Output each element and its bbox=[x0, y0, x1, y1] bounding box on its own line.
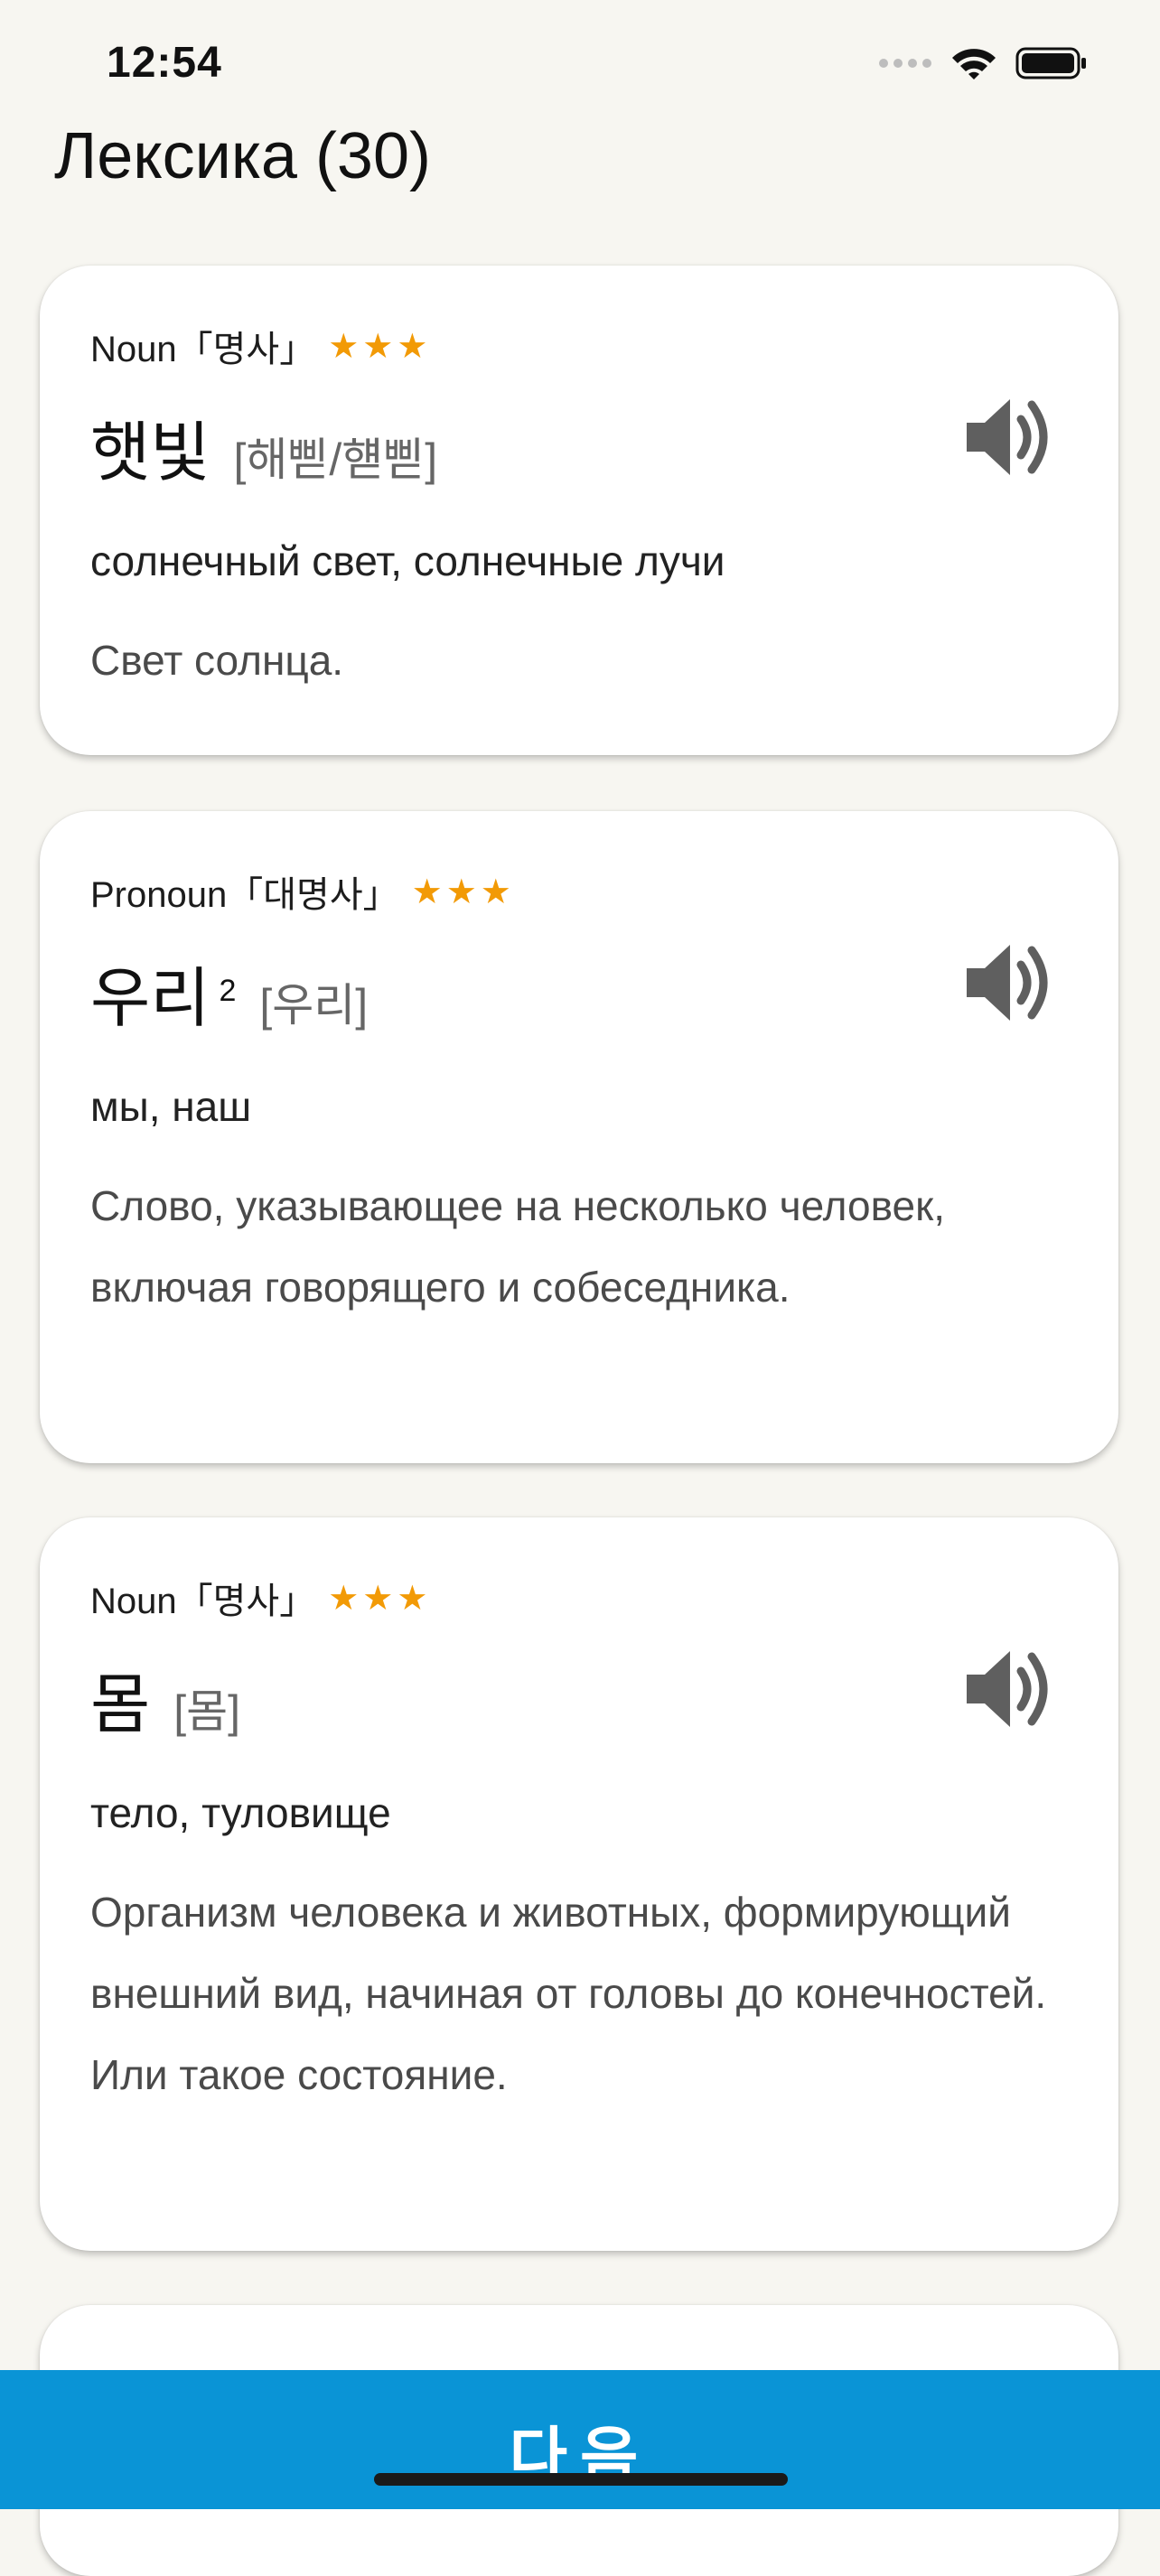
part-of-speech: Noun「명사」 ★★★ bbox=[90, 320, 431, 372]
speaker-icon[interactable] bbox=[963, 1644, 1057, 1734]
page-title: Лексика (30) bbox=[54, 120, 431, 192]
speaker-icon[interactable] bbox=[963, 392, 1057, 482]
vocab-card[interactable]: Noun「명사」 ★★★ 몸 [몸] тело, туловище Органи… bbox=[40, 1517, 1118, 2251]
word-line: 몸 [몸] bbox=[90, 1651, 240, 1746]
status-icons bbox=[878, 45, 1088, 81]
part-of-speech: Noun「명사」 ★★★ bbox=[90, 1572, 431, 1624]
speaker-icon[interactable] bbox=[963, 938, 1057, 1028]
headword: 우리 bbox=[90, 963, 210, 1035]
meaning: солнечный свет, солнечные лучи bbox=[90, 537, 725, 584]
level-stars: ★★★ bbox=[411, 873, 515, 911]
definition: Свет солнца. bbox=[90, 637, 344, 684]
level-stars: ★★★ bbox=[328, 327, 432, 366]
meaning: мы, наш bbox=[90, 1083, 252, 1130]
next-button-label: 다음 bbox=[509, 2422, 651, 2492]
battery-icon bbox=[1015, 47, 1086, 79]
pos-label: Pronoun「대명사」 bbox=[90, 875, 399, 915]
definition: Организм человека и животных, формирующи… bbox=[90, 1889, 1047, 2098]
cellular-icon bbox=[879, 59, 931, 68]
pos-label: Noun「명사」 bbox=[90, 330, 316, 369]
word-line: 우리 2 [우리] bbox=[90, 945, 368, 1040]
status-time: 12:54 bbox=[107, 39, 222, 87]
headword: 햇빛 bbox=[90, 417, 210, 490]
level-stars: ★★★ bbox=[328, 1579, 432, 1618]
pos-label: Noun「명사」 bbox=[90, 1582, 316, 1621]
next-button[interactable]: 다음 bbox=[0, 2370, 1160, 2509]
wifi-icon bbox=[952, 49, 996, 79]
meaning: тело, туловище bbox=[90, 1789, 391, 1836]
vocab-card[interactable]: Noun「명사」 ★★★ 햇빛 [해삗/햳삗] солнечный свет, … bbox=[40, 266, 1118, 755]
pronunciation: [몸] bbox=[173, 1686, 241, 1737]
part-of-speech: Pronoun「대명사」 ★★★ bbox=[90, 865, 515, 918]
pronunciation: [우리] bbox=[259, 980, 369, 1031]
pronunciation: [해삗/햳삗] bbox=[233, 434, 438, 485]
status-bar: 12:54 bbox=[0, 0, 1160, 126]
headword: 몸 bbox=[90, 1669, 151, 1741]
home-indicator[interactable] bbox=[374, 2473, 788, 2486]
homonym-number: 2 bbox=[219, 974, 237, 1008]
vocab-card[interactable]: Pronoun「대명사」 ★★★ 우리 2 [우리] мы, наш Слово… bbox=[40, 811, 1118, 1463]
definition: Слово, указывающее на несколько человек,… bbox=[90, 1182, 946, 1311]
word-line: 햇빛 [해삗/햳삗] bbox=[90, 399, 437, 494]
